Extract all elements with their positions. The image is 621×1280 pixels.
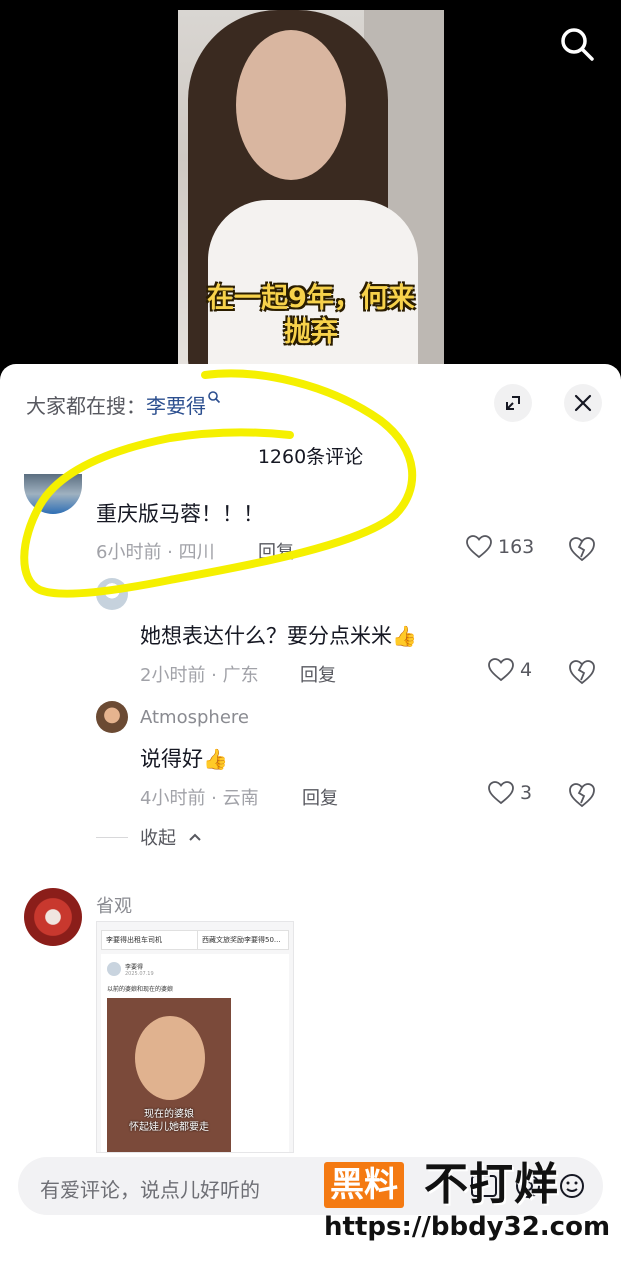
comment-input-placeholder: 有爱评论，说点儿好听的: [40, 1178, 260, 1202]
expand-button[interactable]: [494, 384, 532, 422]
close-icon: [574, 394, 592, 412]
comment-time: 6小时前: [96, 542, 162, 563]
hot-search-keyword[interactable]: 李要得: [146, 394, 206, 418]
comment-username[interactable]: 省观: [96, 892, 132, 918]
comment-meta: 6小时前 · 四川: [96, 542, 215, 563]
reply-button[interactable]: 回复: [300, 661, 336, 687]
comment-text: 重庆版马蓉！！！: [96, 502, 264, 526]
image-tab-1: 李要得出租车司机: [101, 930, 199, 950]
image-avatar: [107, 962, 121, 976]
image-post-text: 以前的婆娘和现在的婆娘: [107, 986, 174, 993]
hot-search-prefix: 大家都在搜：: [26, 394, 146, 418]
heart-icon: [488, 658, 514, 682]
image-post-card: 李要得 2025.07.19 以前的婆娘和现在的婆娘 现在的婆娘 怀起娃儿她都要…: [101, 954, 289, 1152]
collapse-replies-button[interactable]: 收起: [96, 824, 202, 850]
avatar[interactable]: [96, 701, 128, 733]
comment-sheet-header: 大家都在搜：李要得 1260条评论: [0, 364, 621, 468]
image-caption-line2: 怀起娃儿她都要走: [129, 1122, 209, 1133]
heart-icon: [488, 781, 514, 805]
reply-text-body: 说得好: [140, 747, 203, 771]
video-subtitle: 在一起9年，何来 抛弃: [178, 282, 444, 350]
dislike-icon[interactable]: [568, 781, 596, 809]
reply-time: 4小时前: [140, 788, 206, 809]
image-tab-2: 西藏文旅奖励李要得50...: [197, 930, 289, 950]
reply-button[interactable]: 回复: [302, 784, 338, 810]
avatar[interactable]: [24, 474, 82, 514]
image-date: 2025.07.19: [125, 971, 154, 977]
avatar[interactable]: [96, 578, 128, 610]
like-count: 3: [520, 782, 533, 804]
avatar[interactable]: [24, 888, 82, 946]
thumbs-up-emoji: 👍: [392, 624, 417, 648]
divider: [96, 836, 128, 838]
thumbs-up-emoji: 👍: [203, 747, 228, 771]
image-icon[interactable]: [469, 1171, 499, 1201]
reply-location: 云南: [222, 788, 259, 809]
comment-image[interactable]: 李要得出租车司机 西藏文旅奖励李要得50... 李要得 2025.07.19 以…: [96, 921, 294, 1153]
heart-icon: [466, 535, 492, 559]
video-frame: 在一起9年，何来 抛弃: [178, 10, 444, 380]
video-person-face: [236, 30, 346, 180]
close-button[interactable]: [564, 384, 602, 422]
image-author: 李要得: [125, 964, 144, 971]
chevron-up-icon: [189, 833, 201, 841]
input-actions: [469, 1171, 587, 1201]
video-subtitle-line2: 抛弃: [284, 317, 338, 348]
image-video-thumbnail: 现在的婆娘 怀起娃儿她都要走: [107, 998, 231, 1152]
reply-meta: 4小时前 · 云南: [140, 788, 259, 809]
dislike-icon[interactable]: [568, 535, 596, 563]
reply-time: 2小时前: [140, 665, 206, 686]
comment-sheet: 大家都在搜：李要得 1260条评论 重庆版马蓉！！！ 6小时前 · 四川 回复 …: [0, 364, 621, 1280]
reply-button[interactable]: 回复: [258, 538, 294, 564]
reply-username[interactable]: Atmosphere: [140, 707, 249, 728]
video-player[interactable]: 在一起9年，何来 抛弃: [0, 0, 621, 380]
reply-meta: 2小时前 · 广东: [140, 665, 259, 686]
reply-text: 她想表达什么？要分点米米👍: [140, 620, 417, 650]
small-search-icon: [208, 391, 221, 404]
expand-icon: [506, 396, 520, 410]
emoji-icon[interactable]: [557, 1171, 587, 1201]
search-icon[interactable]: [557, 24, 597, 64]
reply-location: 广东: [222, 665, 259, 686]
comment-input[interactable]: 有爱评论，说点儿好听的: [18, 1157, 603, 1215]
like-button[interactable]: 3: [488, 781, 532, 805]
video-subtitle-line1: 在一起9年，何来: [207, 283, 415, 314]
reply-text: 说得好👍: [140, 743, 228, 773]
image-video-caption: 现在的婆娘 怀起娃儿她都要走: [107, 1108, 231, 1134]
like-button[interactable]: 4: [488, 658, 532, 682]
comment-location: 四川: [178, 542, 215, 563]
hot-search-suggestion[interactable]: 大家都在搜：李要得: [26, 390, 221, 419]
reply-text-body: 她想表达什么？要分点米米: [140, 624, 392, 648]
at-mention-icon[interactable]: [513, 1171, 543, 1201]
like-count: 4: [520, 659, 533, 681]
like-button[interactable]: 163: [466, 535, 534, 559]
like-count: 163: [498, 536, 535, 558]
dislike-icon[interactable]: [568, 658, 596, 686]
comment-count: 1260条评论: [257, 446, 364, 468]
collapse-label: 收起: [140, 828, 176, 849]
image-caption-line1: 现在的婆娘: [144, 1109, 194, 1120]
image-person-face: [135, 1016, 205, 1100]
